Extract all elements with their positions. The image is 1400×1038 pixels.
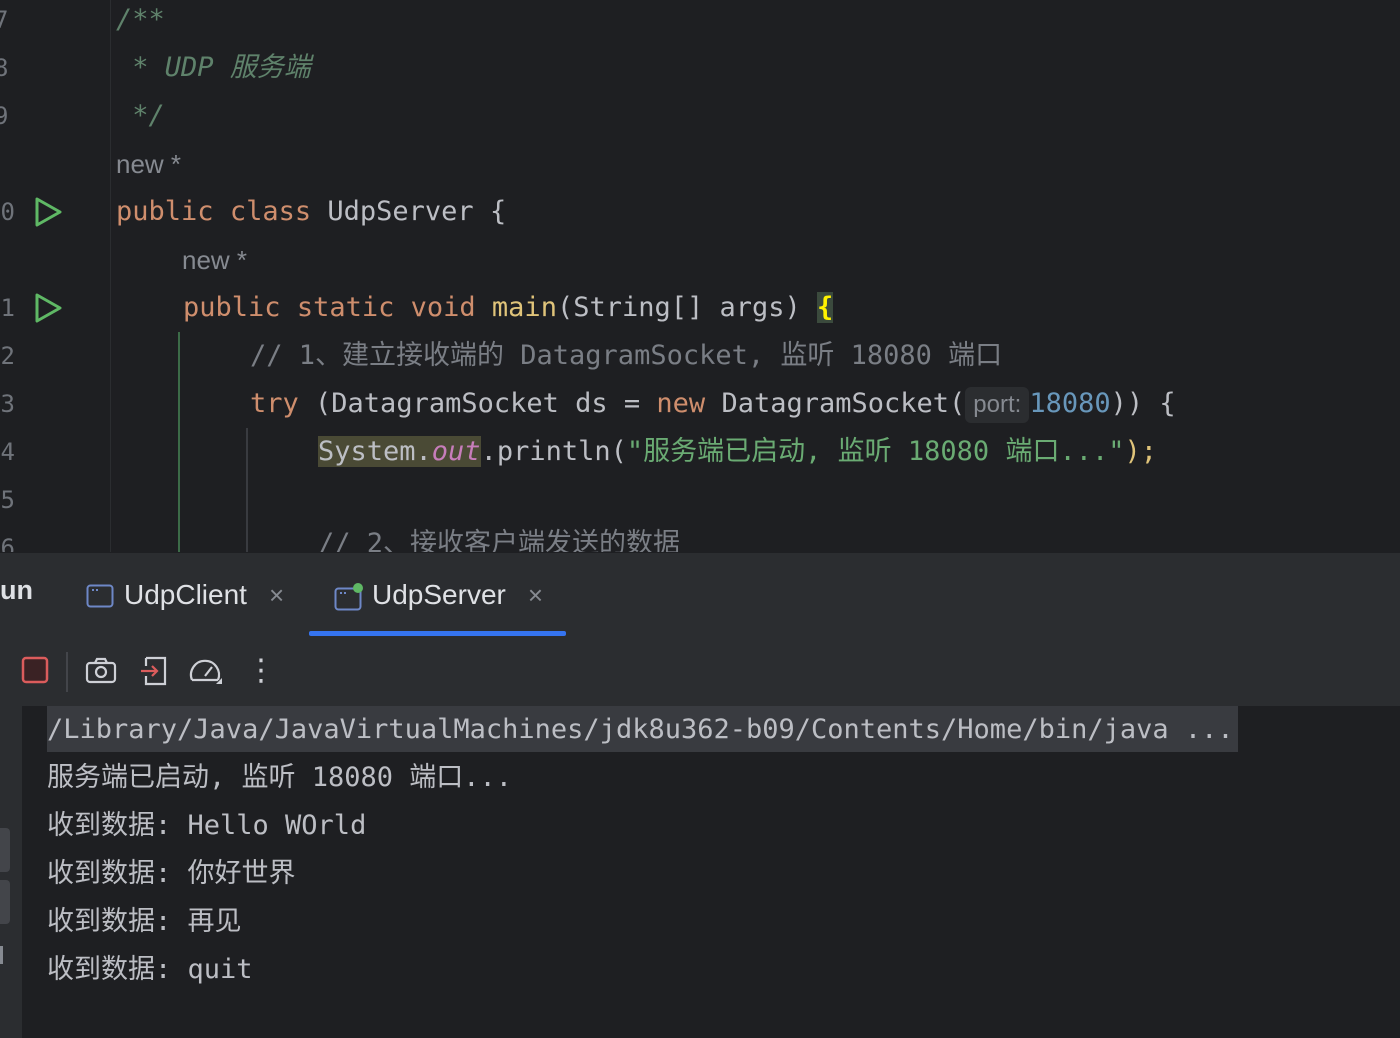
restore-layout-icon [141,656,167,686]
keyword: class [229,196,312,227]
window-running-icon [334,583,363,611]
tab-udpclient[interactable]: UdpClient × [86,571,284,619]
parameter-hint: port: [965,386,1030,423]
side-tab[interactable] [0,828,10,872]
console-side-strip [0,706,22,1038]
console-output[interactable]: /Library/Java/JavaVirtualMachines/jdk8u3… [0,706,1400,1038]
line-number: 11 [0,294,15,322]
line-number: 16 [0,534,15,552]
usage-hint[interactable]: new * [116,140,181,188]
line-number: 14 [0,438,15,466]
declaration: (DatagramSocket ds = [298,388,657,419]
try-statement: try (DatagramSocket ds = new DatagramSoc… [250,380,1176,428]
class-declaration: public class UdpServer { [116,188,506,236]
number-literal: 18080 [1029,388,1111,419]
console-line: 收到数据: Hello WOrld [47,810,367,841]
run-main-icon[interactable] [33,293,63,323]
code-editor[interactable]: 7 8 9 10 11 12 13 14 15 16 /** * UDP 服务端… [0,0,1400,552]
tab-udpserver[interactable]: UdpServer × [334,571,543,619]
doc-comment-close: */ [116,100,165,131]
stop-button[interactable] [20,654,54,688]
keyword: void [410,292,476,323]
console-line: 收到数据: 你好世界 [47,858,296,889]
system-text: System. [318,436,432,467]
class-name: UdpServer [327,196,474,227]
method-call: .println( [480,436,627,467]
comment-line: // 1、建立接收端的 DatagramSocket, 监听 18080 端口 [250,340,1003,371]
run-toolbar: ⋮ [0,636,1400,707]
run-panel-title: un [0,575,33,605]
main-method-declaration: public static void main(String[] args) { [183,284,834,332]
string-literal: "服务端已启动, 监听 18080 端口..." [626,436,1125,467]
indent-guide [246,428,248,552]
tail: )) { [1110,388,1176,419]
println-statement: System.out.println("服务端已启动, 监听 18080 端口.… [318,428,1157,476]
console-line: 收到数据: 再见 [47,906,242,937]
more-options-button[interactable]: ⋮ [246,654,276,688]
comment-line: // 2、接收客户端发送的数据 [318,528,681,552]
side-marker [0,946,3,964]
keyword: public [183,292,281,323]
brace-highlight: { [817,292,834,323]
console-line: 服务端已启动, 监听 18080 端口... [47,762,513,793]
toolbar-separator [66,652,68,692]
line-number: 12 [0,342,15,370]
keyword: try [250,388,299,419]
indent-guide [178,332,180,552]
doc-comment-body: * UDP 服务端 [116,52,311,83]
keyword: static [296,292,395,323]
gutter-divider [110,0,111,552]
line-number: 13 [0,390,15,418]
keyword: public [116,196,214,227]
params: (String[] args) [556,292,818,323]
line-number: 10 [0,198,15,226]
out-field: out [431,436,481,467]
doc-comment-open: /** [116,4,165,35]
window-icon [86,583,114,608]
line-number: 15 [0,486,15,514]
run-tab-bar: un UdpClient × UdpServer × [0,552,1400,638]
close-icon[interactable]: × [528,580,543,611]
speedometer-icon [189,659,222,684]
tab-label: UdpServer [372,579,506,610]
line-number: 8 [0,54,9,82]
screenshot-button[interactable] [84,654,118,688]
line-number: 7 [0,6,9,34]
brace: { [489,196,507,227]
line-number: 9 [0,102,9,130]
usage-hint[interactable]: new * [182,236,247,284]
tail: ); [1124,436,1157,467]
constructor: DatagramSocket( [705,388,966,419]
camera-icon [85,657,117,684]
run-class-icon[interactable] [33,197,63,227]
keyword: new [656,388,706,419]
side-tab[interactable] [0,880,10,924]
system-ref: System.out [318,436,481,467]
method-name: main [491,292,557,323]
tab-label: UdpClient [124,579,247,610]
restore-layout-button[interactable] [138,654,172,688]
close-icon[interactable]: × [269,580,284,611]
console-line: 收到数据: quit [47,954,253,985]
console-command-line[interactable]: /Library/Java/JavaVirtualMachines/jdk8u3… [47,706,1238,752]
profiler-button[interactable] [188,654,222,688]
